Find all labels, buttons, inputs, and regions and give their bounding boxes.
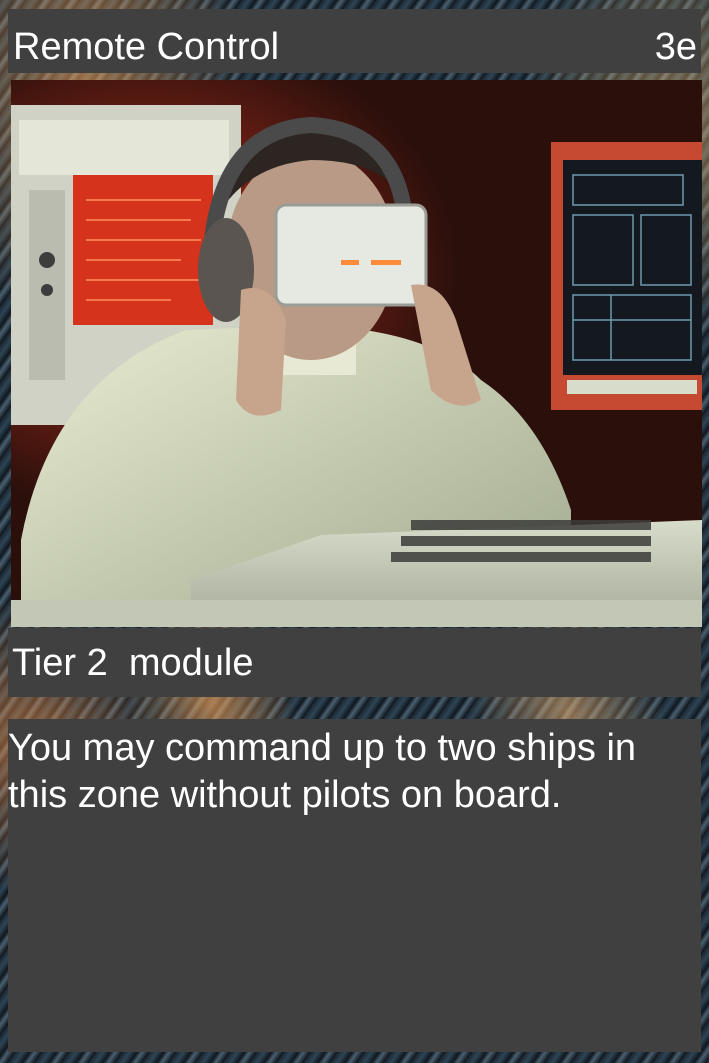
operator-left-hand <box>236 288 286 416</box>
card-type-line: Tier 2 module <box>12 642 254 684</box>
vr-headset <box>274 203 428 307</box>
card-title: Remote Control <box>13 26 280 68</box>
rules-box: You may command up to two ships in this … <box>8 719 701 1052</box>
card-cost: 3e <box>654 26 697 68</box>
card: Remote Control 3e Tier 2 module You may … <box>0 0 709 1063</box>
card-rules-text: You may command up to two ships in this … <box>8 727 637 816</box>
title-bar: Remote Control 3e <box>8 9 701 73</box>
type-bar: Tier 2 module <box>8 628 701 697</box>
artwork-illustration <box>11 80 702 627</box>
right-monitor <box>551 142 702 410</box>
card-artwork <box>11 80 702 627</box>
